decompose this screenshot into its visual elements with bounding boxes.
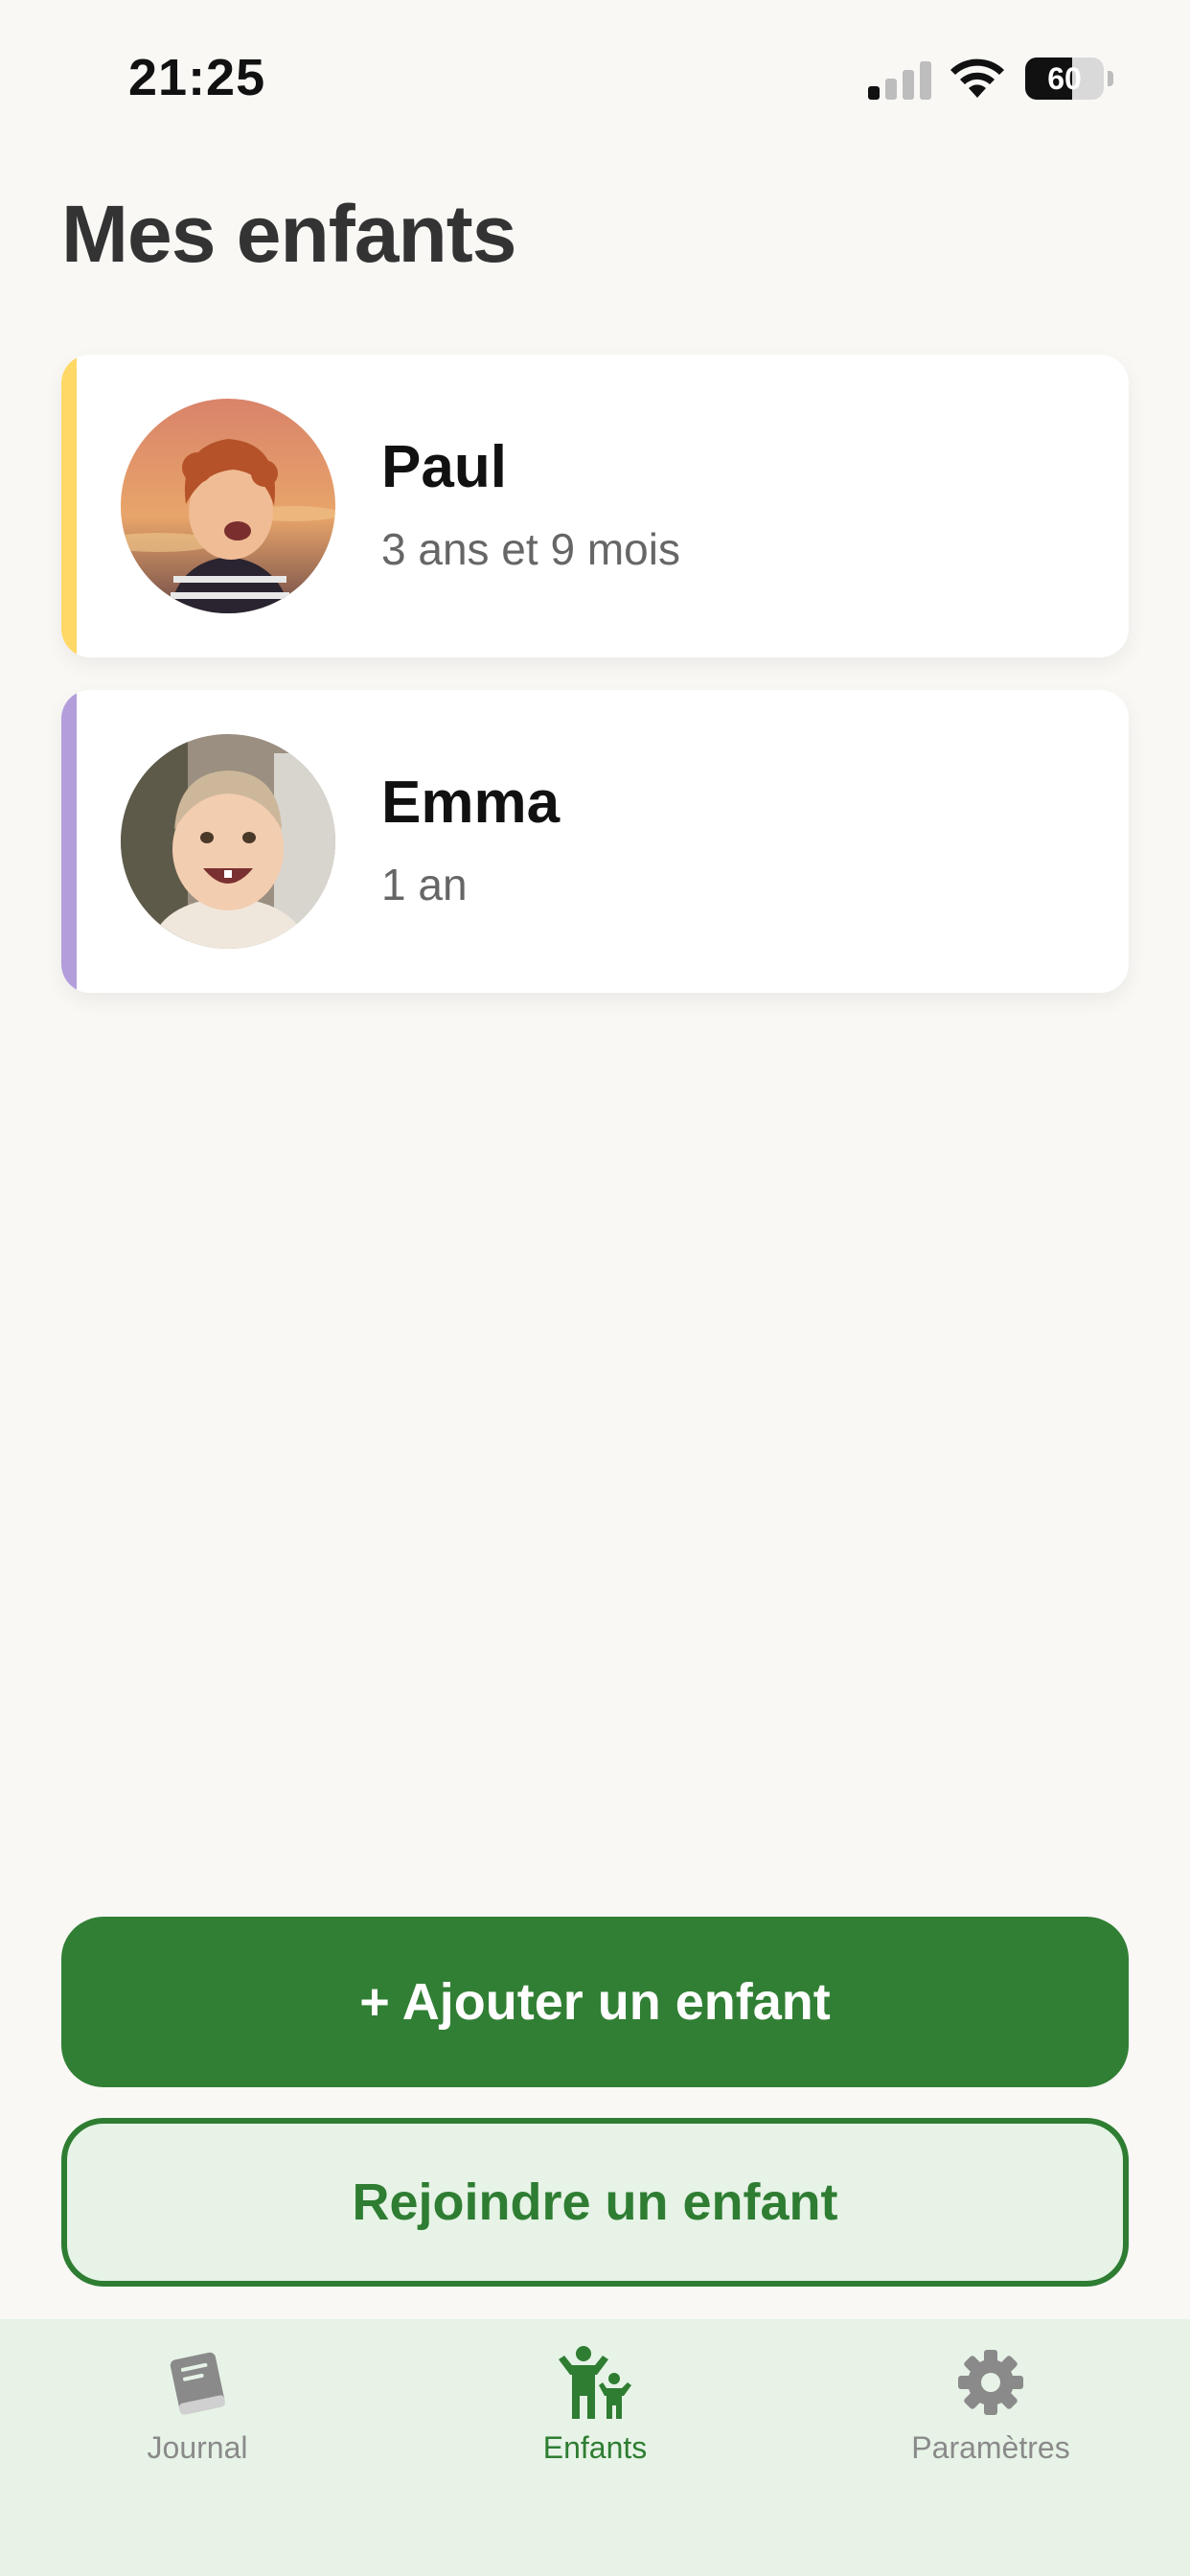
child-age: 1 an <box>381 860 468 909</box>
gear-icon <box>958 2350 1023 2415</box>
tab-label: Journal <box>147 2430 248 2465</box>
child-name: Paul <box>381 434 507 500</box>
tab-label: Paramètres <box>911 2430 1070 2465</box>
child-avatar <box>121 399 335 613</box>
page-title: Mes enfants <box>61 189 516 279</box>
join-child-button[interactable]: Rejoindre un enfant <box>61 2118 1129 2287</box>
child-name: Emma <box>381 770 561 836</box>
status-time: 21:25 <box>128 49 266 106</box>
tab-parametres[interactable]: Paramètres <box>847 2342 1134 2476</box>
children-icon <box>559 2346 631 2419</box>
tab-journal[interactable]: Journal <box>54 2342 341 2476</box>
child-age: 3 ans et 9 mois <box>381 524 680 574</box>
card-accent-bar <box>61 690 77 993</box>
child-card-paul[interactable]: Paul 3 ans et 9 mois <box>61 355 1129 657</box>
tab-enfants[interactable]: Enfants <box>451 2342 739 2476</box>
tab-label: Enfants <box>542 2430 648 2465</box>
wifi-icon <box>950 58 1004 98</box>
battery-icon: 60 <box>1025 58 1113 100</box>
status-bar: 21:25 60 <box>0 0 1190 153</box>
cellular-signal-icon <box>868 59 931 100</box>
book-icon <box>170 2352 225 2415</box>
tab-bar: Journal Enfants Paramètres <box>0 2319 1190 2576</box>
card-accent-bar <box>61 355 77 657</box>
add-child-button[interactable]: + Ajouter un enfant <box>61 1917 1129 2087</box>
child-card-emma[interactable]: Emma 1 an <box>61 690 1129 993</box>
battery-percentage: 60 <box>1047 61 1082 96</box>
child-avatar <box>121 734 335 949</box>
